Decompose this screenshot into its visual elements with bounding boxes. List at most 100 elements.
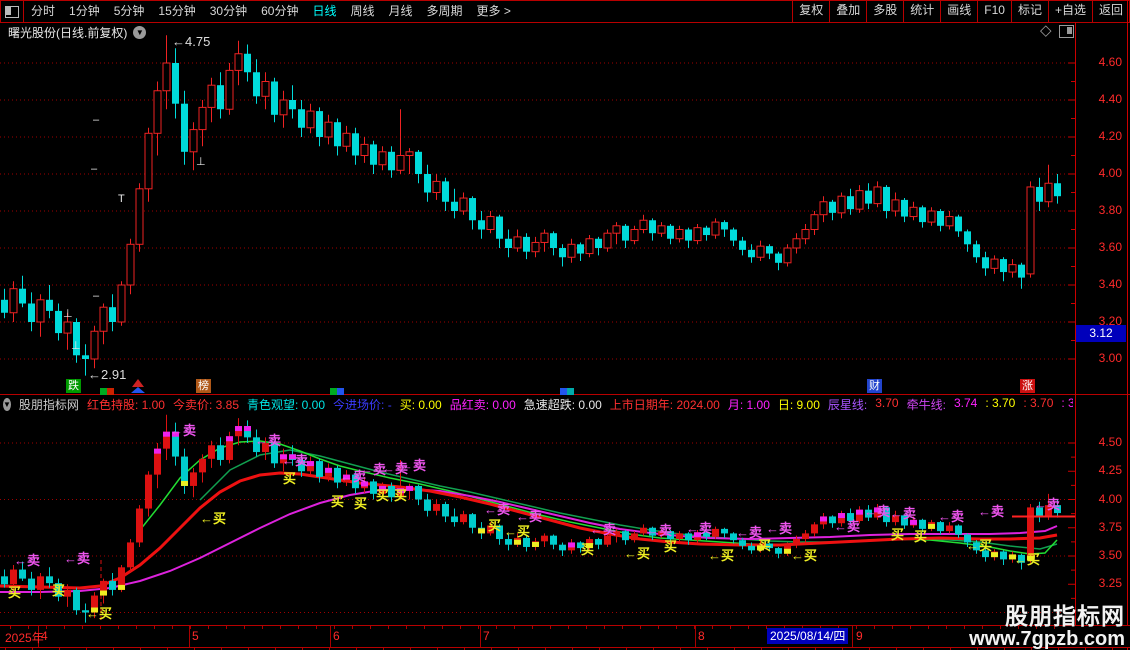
y-axis-label: 3.40 <box>1098 277 1122 291</box>
indicator-header: ▼ 股朋指标网 红色持股: 1.00 今卖价: 3.85 青色观望: 0.00 今进场… <box>3 397 1073 411</box>
y-axis-label: 4.20 <box>1098 129 1122 143</box>
menu-item-复权[interactable]: 复权 <box>792 1 829 22</box>
indicator-param: 青色观望: 0.00 <box>247 397 326 412</box>
buy-signal: 买 <box>283 471 297 486</box>
mini-block-right <box>567 388 574 395</box>
date-tick <box>262 626 263 629</box>
split-window-icon <box>5 5 19 18</box>
date-tick <box>388 626 389 629</box>
menu-item-周线[interactable]: 周线 <box>343 2 381 21</box>
menu-item-画线[interactable]: 画线 <box>940 1 977 22</box>
menu-item-60分钟[interactable]: 60分钟 <box>254 2 305 21</box>
date-axis[interactable]: 2025年 4 5 6 7 8 9 2025/08/14/四 <box>0 625 1130 648</box>
date-tick <box>892 626 893 629</box>
watermark: 股朋指标网 www.7gpzb.com <box>969 604 1125 649</box>
sell-signal: ←卖 <box>590 522 617 537</box>
menu-item-F10[interactable]: F10 <box>977 1 1011 22</box>
order-mark: ⊥ <box>71 340 81 352</box>
menu-item-更多 >[interactable]: 更多 > <box>470 2 518 21</box>
menu-item-1分钟[interactable]: 1分钟 <box>62 2 107 21</box>
diamond-icon[interactable]: ◇ <box>1040 23 1052 38</box>
sell-signal: ←卖 <box>400 458 427 473</box>
menu-item-返回[interactable]: 返回 <box>1091 1 1129 22</box>
title-bar-icons: ◇ <box>1040 23 1074 38</box>
mini-signal-block <box>330 388 344 395</box>
window-icon[interactable] <box>1 1 24 22</box>
sell-signal: ←卖 <box>686 521 713 536</box>
indicator-param: 今进场价: - <box>333 397 392 412</box>
date-tick <box>478 626 479 629</box>
layout-split-icon[interactable] <box>1058 24 1074 38</box>
badge-榜[interactable]: 榜 <box>196 379 211 393</box>
menu-item-多周期[interactable]: 多周期 <box>420 2 470 21</box>
menu-item-+自选[interactable]: +自选 <box>1047 1 1092 22</box>
buy-signal: 买 <box>331 494 345 509</box>
cursor-price-tag: 3.12 <box>1076 325 1126 342</box>
sell-signal: ←卖 <box>890 506 917 521</box>
buy-signal: 买 <box>914 529 928 544</box>
mini-signal-block <box>560 388 574 395</box>
date-tick <box>406 626 407 629</box>
menu-item-日线[interactable]: 日线 <box>305 2 343 21</box>
badge-涨[interactable]: 涨 <box>1020 379 1035 393</box>
date-label: 2025年 <box>5 631 44 645</box>
badge-财[interactable]: 财 <box>867 379 882 393</box>
indicator-param: 上市日期年: 2024.00 <box>609 397 720 412</box>
indicator-param: 急速超跌: 0.00 <box>523 397 602 412</box>
menu-item-15分钟[interactable]: 15分钟 <box>151 2 202 21</box>
date-tick <box>298 626 299 629</box>
mini-block-right <box>337 388 344 395</box>
buy-signal: ←买 <box>86 606 113 621</box>
order-mark: ⊥ <box>63 308 73 320</box>
date-tick <box>154 626 155 629</box>
date-tick <box>874 626 875 629</box>
month-divider <box>852 626 853 647</box>
date-tick <box>928 626 929 629</box>
order-mark: – <box>93 290 100 302</box>
y-axis-label: 4.60 <box>1098 55 1122 69</box>
menu-item-标记[interactable]: 标记 <box>1010 1 1048 22</box>
y-axis-label: 3.75 <box>1098 519 1122 534</box>
sell-signal: ←卖 <box>834 519 861 534</box>
sell-signal: ←卖 <box>255 433 282 448</box>
buy-signal: 买 <box>891 527 905 542</box>
date-tick <box>550 626 551 629</box>
date-tick <box>460 626 461 629</box>
order-mark: – <box>93 114 100 126</box>
menu-item-月线[interactable]: 月线 <box>382 2 420 21</box>
menu-item-5分钟[interactable]: 5分钟 <box>107 2 152 21</box>
y-axis-label: 3.60 <box>1098 240 1122 254</box>
sell-signal: ←卖 <box>864 504 891 519</box>
menu-item-叠加[interactable]: 叠加 <box>829 1 866 22</box>
high-price-annotation: ←4.75 <box>172 34 211 49</box>
menu-item-多股[interactable]: 多股 <box>866 1 903 22</box>
buy-signal: ←买 <box>791 548 818 563</box>
month-divider <box>189 626 190 647</box>
date-label: 9 <box>856 629 863 643</box>
month-divider <box>330 626 331 647</box>
date-tick <box>118 626 119 629</box>
date-tick <box>586 626 587 629</box>
date-tick <box>604 626 605 629</box>
menu-item-统计[interactable]: 统计 <box>903 1 940 22</box>
indicator-chevron-icon[interactable]: ▼ <box>3 397 11 411</box>
top-menu-bar: 分时 1分钟 5分钟 15分钟 30分钟 60分钟 日线 周线 月线 多周期 更多 > 复权 叠加 多股… <box>0 0 1130 23</box>
order-mark: T <box>118 193 125 205</box>
date-tick <box>100 626 101 629</box>
y-axis-label: 4.50 <box>1098 435 1122 449</box>
chart-title-row: 曙光股份(日线.前复权) ▼ <box>8 24 147 41</box>
buy-signal: 买 <box>664 539 678 554</box>
date-tick <box>640 626 641 629</box>
date-tick <box>190 626 191 629</box>
date-tick <box>370 626 371 629</box>
badge-跌[interactable]: 跌 <box>66 379 81 393</box>
buy-signal: ←买 <box>200 511 227 526</box>
pyramid-badge-icon[interactable] <box>131 379 145 393</box>
date-tick <box>136 626 137 629</box>
chevron-down-icon[interactable]: ▼ <box>133 26 147 39</box>
menu-item-30分钟[interactable]: 30分钟 <box>203 2 254 21</box>
date-tick <box>514 626 515 629</box>
y-axis-label: 3.50 <box>1098 548 1122 562</box>
indicator-param: 3.70 <box>875 397 899 410</box>
menu-item-分时[interactable]: 分时 <box>24 2 62 21</box>
